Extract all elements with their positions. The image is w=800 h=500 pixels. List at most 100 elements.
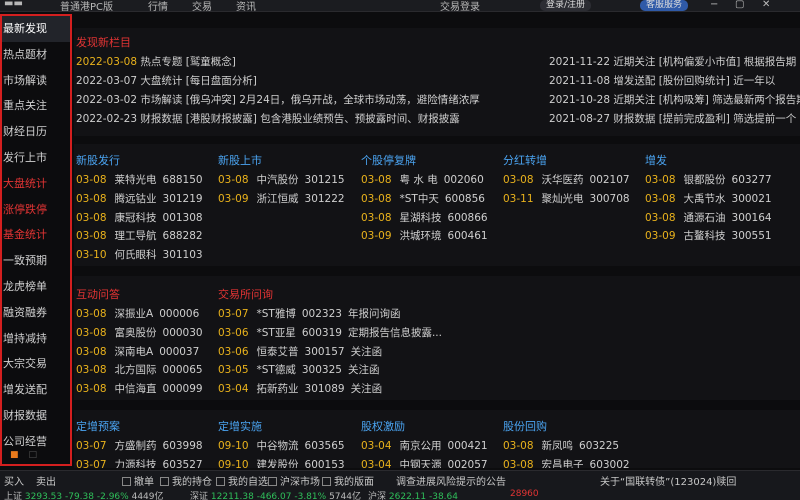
stock-row[interactable]: 03-09 洪城环境 600461 [361, 228, 488, 243]
stock-row[interactable]: 03-08 理工导航 688282 [76, 228, 203, 243]
sidebar-item[interactable]: 融资融券 [2, 300, 70, 326]
stock-row[interactable]: 03-08 康冠科技 001308 [76, 210, 203, 225]
stock-row[interactable]: 03-08 富奥股份 000030 [76, 325, 203, 340]
sell-button[interactable]: 卖出 [36, 473, 56, 488]
stock-name: 新凤鸣 [541, 440, 574, 452]
discovery-item[interactable]: 2021-11-22 近期关注 [机构偏爱小市值] 根据报告期 [549, 54, 800, 69]
stock-row[interactable]: 03-08 莱特光电 688150 [76, 172, 203, 187]
sidebar-item[interactable]: 涨停跌停 [2, 197, 70, 223]
stock-row[interactable]: 03-04 南京公用 000421 [361, 438, 488, 453]
sidebar-page-indicator[interactable]: ■ □ [10, 450, 37, 460]
stock-row[interactable]: 03-11 聚灿光电 300708 [503, 191, 630, 206]
my-layout-button[interactable]: 我的版面 [322, 473, 374, 488]
section-title[interactable]: 股份回购 [503, 418, 547, 434]
section-title[interactable]: 股权激励 [361, 418, 405, 434]
service-button[interactable]: 客服服务 [640, 0, 689, 11]
section-title[interactable]: 分红转增 [503, 152, 547, 168]
sidebar-item[interactable]: 大盘统计 [2, 171, 70, 197]
sidebar-item[interactable]: 热点题材 [2, 42, 70, 68]
notice-link[interactable]: 调查进展风险提示的公告 [396, 473, 506, 488]
sidebar-item[interactable]: 发行上市 [2, 145, 70, 171]
section-title[interactable]: 增发 [645, 152, 667, 168]
stock-row[interactable]: 03-09 浙江恒威 301222 [218, 191, 345, 206]
stock-row[interactable]: 03-05 *ST德威 300325 关注函 [218, 362, 379, 377]
stock-row[interactable]: 03-08 星湖科技 600866 [361, 210, 488, 225]
stock-row[interactable]: 03-08 粤 水 电 002060 [361, 172, 484, 187]
stock-row[interactable]: 03-08 沃华医药 002107 [503, 172, 630, 187]
sidebar-item[interactable]: 财经日历 [2, 119, 70, 145]
sidebar-item[interactable]: 财报数据 [2, 403, 70, 429]
section-title[interactable]: 交易所问询 [218, 286, 273, 302]
login-button[interactable]: 登录/注册 [540, 0, 592, 11]
index-ticker[interactable]: 上证 3293.53 -79.38 -2.96% 4449亿 [4, 489, 164, 500]
stock-row[interactable]: 03-06 恒泰艾普 300157 关注函 [218, 344, 382, 359]
discovery-text: 近期关注 [机构偏爱小市值] 根据报告期 [613, 56, 797, 68]
section-title[interactable]: 新股上市 [218, 152, 262, 168]
section-title[interactable]: 个股停复牌 [361, 152, 416, 168]
trade-login-button[interactable]: 交易登录 [440, 0, 480, 13]
discovery-item[interactable]: 2021-10-28 近期关注 [机构吸筹] 筛选最新两个报告期 [549, 92, 800, 107]
buy-button[interactable]: 买入 [4, 473, 24, 488]
section-title[interactable]: 互动问答 [76, 286, 120, 302]
stock-row[interactable]: 03-04 拓新药业 301089 关注函 [218, 381, 382, 396]
sidebar-item[interactable]: 重点关注 [2, 93, 70, 119]
stock-row[interactable]: 03-10 何氏眼科 301103 [76, 247, 203, 262]
sidebar-item[interactable]: 一致预期 [2, 248, 70, 274]
minimize-icon[interactable]: − [710, 0, 718, 10]
stock-row[interactable]: 03-04 中钢天源 002057 [361, 457, 488, 468]
stock-row[interactable]: 03-06 *ST亚星 600319 定期报告信息披露... [218, 325, 442, 340]
menu-trade[interactable]: 交易 [192, 0, 212, 13]
stock-row[interactable]: 09-10 中谷物流 603565 [218, 438, 345, 453]
stock-name: 中钢天源 [399, 458, 442, 468]
cancel-order-button[interactable]: 撤单 [122, 473, 154, 488]
stock-row[interactable]: 03-08 中信海直 000099 [76, 381, 203, 396]
stock-row[interactable]: 03-08 通源石油 300164 [645, 210, 772, 225]
index-ticker[interactable]: 沪深 2622.11 -38.64 [368, 489, 458, 500]
discovery-item[interactable]: 2022-03-08 热点专题 [鹫童概念] [76, 54, 236, 69]
stock-row[interactable]: 03-08 宏昌电子 603002 [503, 457, 630, 468]
my-positions-button[interactable]: 我的持仓 [160, 473, 212, 488]
close-icon[interactable]: ✕ [762, 0, 770, 10]
sidebar-item[interactable]: 市场解读 [2, 68, 70, 94]
bottombar-label: 我的版面 [334, 477, 374, 488]
discovery-item[interactable]: 2022-03-02 市场解读 [俄乌冲突] 2月24日，俄乌开战，全球市场动荡… [76, 92, 480, 107]
discovery-item[interactable]: 2022-02-23 财报数据 [港股财报披露] 包含港股业绩预告、预披露时间、… [76, 111, 460, 126]
stock-row[interactable]: 09-10 建发股份 600153 [218, 457, 345, 468]
stock-row[interactable]: 03-08 深南电A 000037 [76, 344, 199, 359]
index-ticker[interactable]: 深证 12211.38 -466.07 -3.81% 5744亿 [190, 489, 361, 500]
section-title[interactable]: 定增预案 [76, 418, 120, 434]
notice-link-2[interactable]: 关于“国联转债”(123024)赎回 [600, 473, 736, 488]
discovery-item[interactable]: 2021-11-08 增发送配 [股份回购统计] 近一年以 [549, 73, 800, 88]
sidebar-item[interactable]: 增发送配 [2, 377, 70, 403]
stock-row[interactable]: 03-08 新凤鸣 603225 [503, 438, 619, 453]
stock-row[interactable]: 03-08 *ST中天 600856 [361, 191, 485, 206]
section-title[interactable]: 定增实施 [218, 418, 262, 434]
menu-news[interactable]: 资讯 [236, 0, 256, 13]
stock-row[interactable]: 03-08 北方国际 000065 [76, 362, 203, 377]
page-dot-icon[interactable]: □ [29, 450, 38, 460]
stock-code: 603225 [579, 440, 620, 452]
stock-row[interactable]: 03-08 银都股份 603277 [645, 172, 772, 187]
sidebar-item[interactable]: 基金统计 [2, 222, 70, 248]
stock-row[interactable]: 03-08 大禹节水 300021 [645, 191, 772, 206]
stock-row[interactable]: 03-07 *ST雅博 002323 年报问询函 [218, 306, 400, 321]
page-dot-active-icon[interactable]: ■ [10, 450, 19, 460]
stock-row[interactable]: 03-08 深振业A 000006 [76, 306, 199, 321]
market-button[interactable]: 沪深市场 [268, 473, 320, 488]
discovery-item[interactable]: 2021-08-27 财报数据 [提前完成盈利] 筛选提前一个 [549, 111, 800, 126]
index-ticker[interactable]: 28960 [510, 489, 539, 499]
maximize-icon[interactable]: ▢ [735, 0, 744, 10]
sidebar-item[interactable]: 大宗交易 [2, 351, 70, 377]
menu-market[interactable]: 行情 [148, 0, 168, 13]
sidebar-item[interactable]: 最新发现 [2, 16, 70, 42]
sidebar-item[interactable]: 增持减持 [2, 326, 70, 352]
stock-row[interactable]: 03-08 中汽股份 301215 [218, 172, 345, 187]
sidebar-item[interactable]: 龙虎榜单 [2, 274, 70, 300]
stock-row[interactable]: 03-07 方盛制药 603998 [76, 438, 203, 453]
my-watchlist-button[interactable]: 我的自选 [216, 473, 268, 488]
stock-row[interactable]: 03-08 腾远钴业 301219 [76, 191, 203, 206]
stock-row[interactable]: 03-07 力源科技 603527 [76, 457, 203, 468]
discovery-item[interactable]: 2022-03-07 大盘统计 [每日盘面分析] [76, 73, 257, 88]
stock-row[interactable]: 03-09 古鳌科技 300551 [645, 228, 772, 243]
section-title[interactable]: 新股发行 [76, 152, 120, 168]
